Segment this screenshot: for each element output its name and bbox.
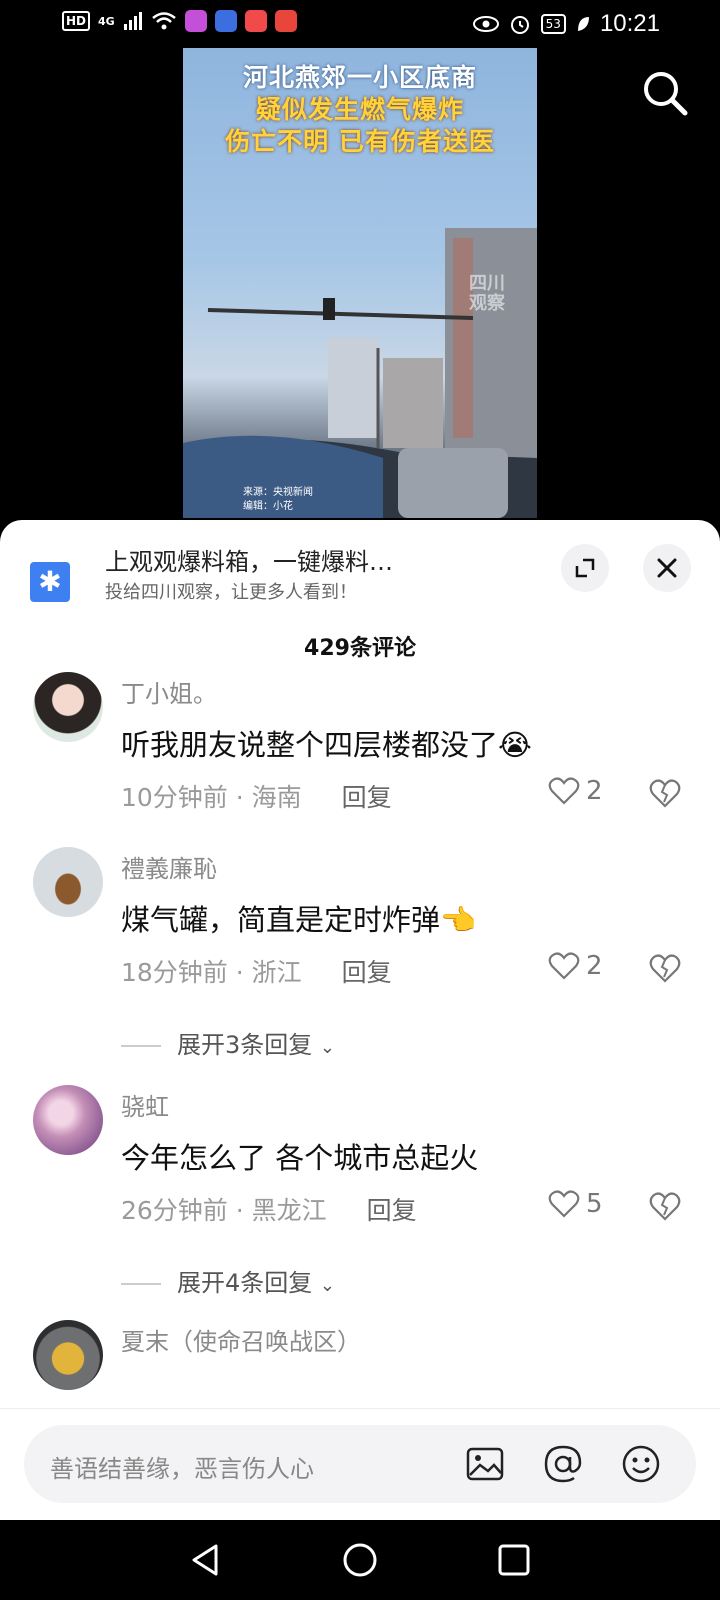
close-button[interactable] [643, 544, 691, 592]
heart-icon [548, 777, 580, 805]
comment-username[interactable]: 夏末（使命召唤战区） [121, 1322, 361, 1357]
status-bar: HD 4G 53 10:21 [0, 0, 720, 48]
reply-button[interactable]: 回复 [367, 1196, 417, 1225]
comment-time: 10分钟前 [121, 783, 228, 812]
like-count: 2 [586, 776, 603, 806]
leaf-icon [577, 17, 589, 31]
wifi-icon [151, 12, 176, 30]
dislike-button[interactable] [648, 776, 682, 810]
comment-username[interactable]: 骁虹 [121, 1087, 169, 1122]
comment-location: 黑龙江 [251, 1196, 327, 1225]
app-notification-icon [274, 10, 297, 32]
chevron-down-icon: ⌄ [319, 1275, 336, 1296]
comment-username[interactable]: 丁小姐。 [121, 674, 217, 709]
avatar[interactable] [33, 1320, 103, 1390]
comment-text: 煤气罐，简直是定时炸弹👈 [121, 903, 477, 937]
recents-button[interactable] [494, 1540, 534, 1580]
comment-meta: 18分钟前 · 浙江 回复 [121, 958, 392, 987]
like-count: 2 [586, 951, 603, 981]
reply-button[interactable]: 回复 [342, 958, 392, 987]
video-editor-line: 编辑：小花 [243, 501, 293, 512]
video-area[interactable]: 河北燕郊一小区底商 疑似发生燃气爆炸 伤亡不明 已有伤者送医 四川观察 来源：央… [0, 48, 720, 538]
comment-input-placeholder: 善语结善缘，恶言伤人心 [50, 1455, 314, 1483]
alarm-icon [510, 16, 529, 34]
home-button[interactable] [340, 1540, 380, 1580]
system-nav-bar [0, 1520, 720, 1600]
divider [121, 1283, 161, 1285]
avatar[interactable] [33, 672, 103, 742]
recents-square-icon [498, 1544, 530, 1576]
app-notification-icon [244, 10, 267, 32]
avatar[interactable] [33, 847, 103, 917]
like-button[interactable]: 2 [548, 776, 603, 806]
comment-time: 26分钟前 [121, 1196, 228, 1225]
battery-indicator: 53 [540, 14, 566, 34]
emoji-icon [622, 1445, 660, 1483]
chevron-down-icon: ⌄ [319, 1037, 336, 1058]
video-source: 来源：央视新闻 编辑：小花 [243, 486, 313, 514]
like-button[interactable]: 5 [548, 1189, 603, 1219]
comment-meta: 26分钟前 · 黑龙江 回复 [121, 1196, 417, 1225]
divider [121, 1045, 161, 1047]
expand-replies-label: 展开4条回复 [177, 1269, 313, 1297]
video-source-line: 来源：央视新闻 [243, 487, 313, 498]
dislike-button[interactable] [648, 951, 682, 985]
comment-location: 浙江 [251, 958, 302, 987]
search-icon [644, 72, 688, 116]
broken-heart-icon [649, 1192, 681, 1221]
app-notification-icon [184, 10, 207, 32]
home-circle-icon [343, 1543, 377, 1577]
status-left: HD 4G [62, 10, 297, 32]
video-title-line: 疑似发生燃气爆炸 [255, 95, 464, 124]
comment-input[interactable]: 善语结善缘，恶言伤人心 [24, 1425, 696, 1503]
mention-button[interactable] [542, 1443, 584, 1485]
broken-heart-icon [649, 779, 681, 808]
comment-location: 海南 [251, 783, 302, 812]
comment-input-bar: 善语结善缘，恶言伤人心 [0, 1408, 720, 1519]
app-notification-icon [214, 10, 237, 32]
like-count: 5 [586, 1189, 603, 1219]
like-button[interactable]: 2 [548, 951, 603, 981]
comment-text: 今年怎么了 各个城市总起火 [121, 1141, 479, 1175]
expand-replies-button[interactable]: 展开3条回复 ⌄ [121, 1025, 335, 1060]
comment-count: 429条评论 [304, 636, 416, 661]
back-triangle-icon [192, 1544, 218, 1576]
expand-replies-label: 展开3条回复 [177, 1031, 313, 1059]
network-type: 4G [98, 14, 115, 28]
comment-text: 听我朋友说整个四层楼都没了😭 [121, 728, 532, 762]
comment-time: 18分钟前 [121, 958, 228, 987]
close-icon [657, 558, 677, 578]
signal-icon [123, 12, 142, 30]
reply-button[interactable]: 回复 [342, 783, 392, 812]
banner-subtitle: 投给四川观察，让更多人看到！ [105, 582, 357, 603]
watermark: 四川观察 [469, 273, 505, 314]
back-button[interactable] [186, 1540, 226, 1580]
image-button[interactable] [464, 1443, 506, 1485]
expand-replies-button[interactable]: 展开4条回复 ⌄ [121, 1263, 335, 1298]
avatar[interactable] [33, 1085, 103, 1155]
expand-icon [575, 558, 595, 578]
comment-meta: 10分钟前 · 海南 回复 [121, 783, 392, 812]
status-right: 53 10:21 [472, 10, 660, 38]
asterisk-icon: ✱ [30, 562, 70, 602]
banner-title[interactable]: 上观观爆料箱，一键爆料… [105, 542, 393, 577]
eye-icon [472, 16, 499, 32]
video-player[interactable]: 河北燕郊一小区底商 疑似发生燃气爆炸 伤亡不明 已有伤者送医 四川观察 来源：央… [183, 48, 537, 518]
expand-button[interactable] [561, 544, 609, 592]
video-title-line: 伤亡不明 已有伤者送医 [225, 127, 495, 156]
at-icon [544, 1445, 582, 1483]
image-icon [466, 1447, 504, 1481]
emoji-button[interactable] [620, 1443, 662, 1485]
dislike-button[interactable] [648, 1189, 682, 1223]
hd-badge: HD [62, 11, 91, 31]
broken-heart-icon [649, 954, 681, 983]
comment-username[interactable]: 禮義廉恥 [121, 849, 217, 884]
heart-icon [548, 952, 580, 980]
search-button[interactable] [640, 68, 690, 118]
heart-icon [548, 1190, 580, 1218]
clock: 10:21 [599, 10, 660, 37]
video-title-line: 河北燕郊一小区底商 [242, 63, 477, 92]
